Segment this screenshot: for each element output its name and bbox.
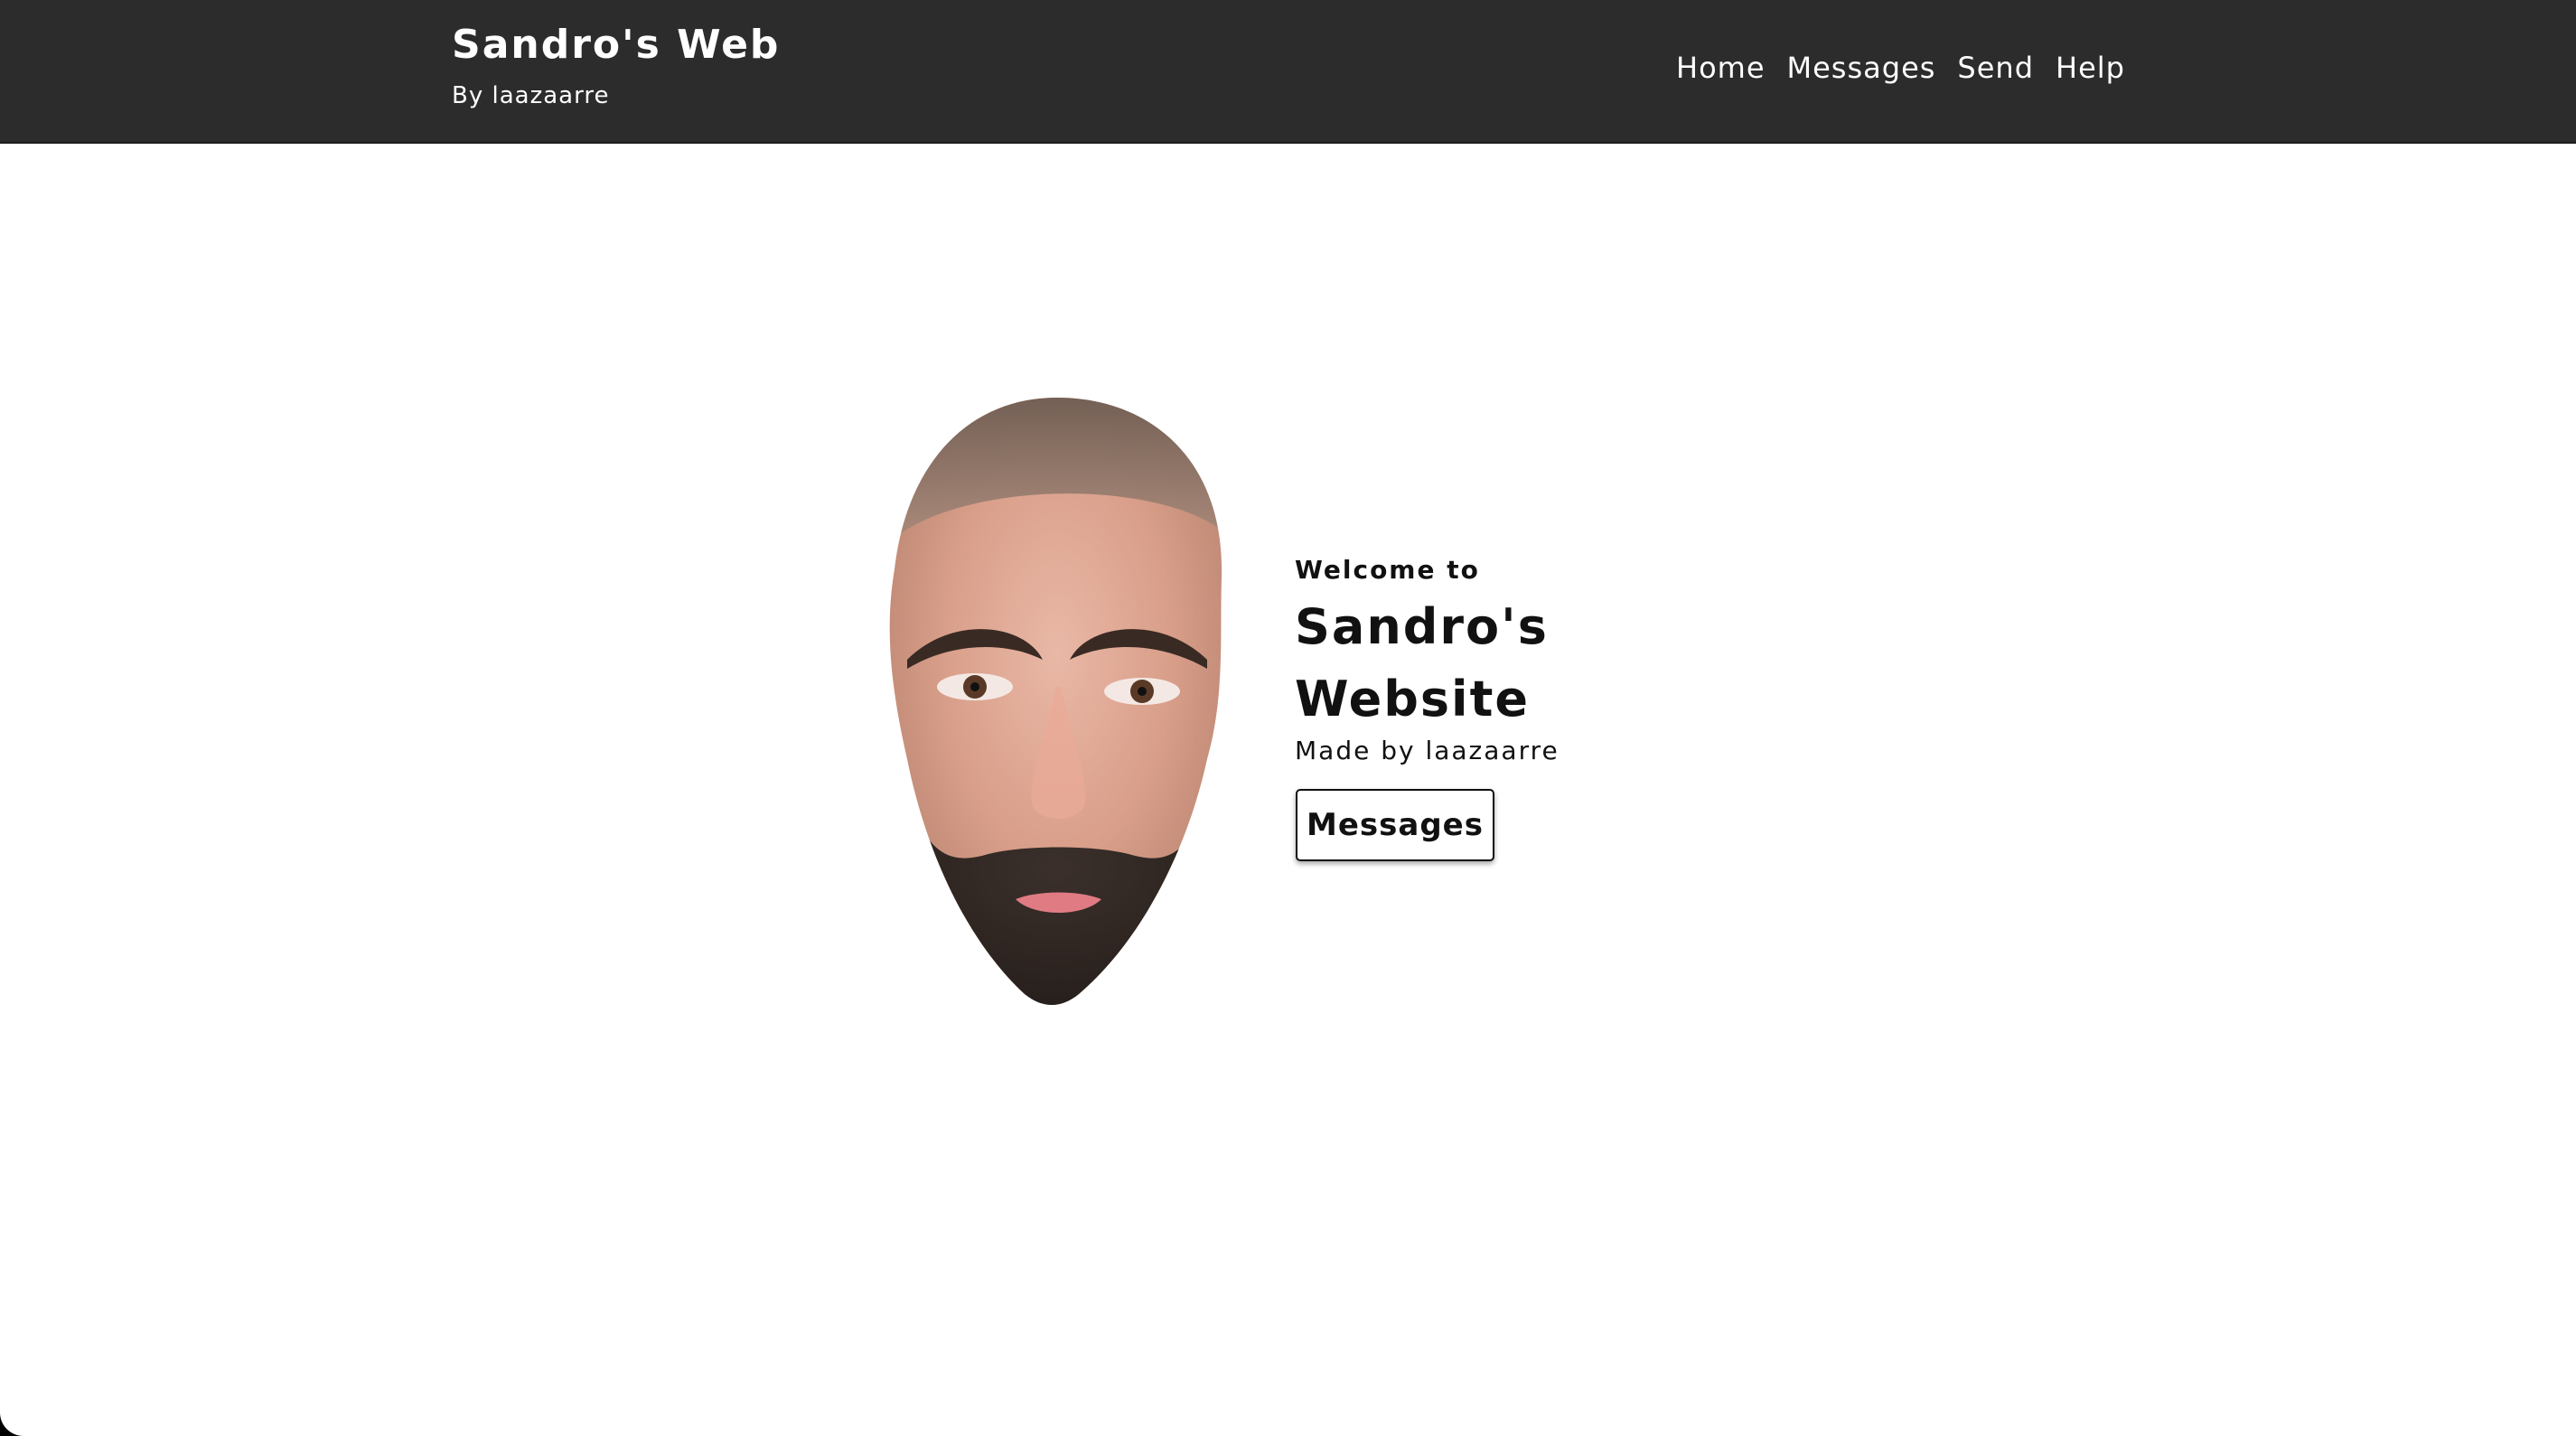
- nav-messages[interactable]: Messages: [1787, 51, 1936, 85]
- page: Sandro's Web By laazaarre Home Messages …: [0, 0, 2576, 1436]
- face-photo: [889, 398, 1222, 1005]
- welcome-label: Welcome to: [1295, 555, 1480, 585]
- top-navbar: Sandro's Web By laazaarre Home Messages …: [0, 0, 2576, 144]
- nav-send[interactable]: Send: [1957, 51, 2034, 85]
- nav-help[interactable]: Help: [2056, 51, 2125, 85]
- hero-heading: Sandro's Website: [1295, 591, 1620, 736]
- nav-home[interactable]: Home: [1676, 51, 1766, 85]
- made-by-label: Made by laazaarre: [1295, 736, 1560, 765]
- messages-button[interactable]: Messages: [1296, 789, 1494, 861]
- hero-heading-line1: Sandro's: [1295, 598, 1549, 655]
- site-title[interactable]: Sandro's Web: [452, 22, 780, 68]
- site-subtitle: By laazaarre: [452, 82, 610, 109]
- hero-heading-line2: Website: [1295, 671, 1531, 727]
- main-nav: Home Messages Send Help: [1676, 51, 2125, 85]
